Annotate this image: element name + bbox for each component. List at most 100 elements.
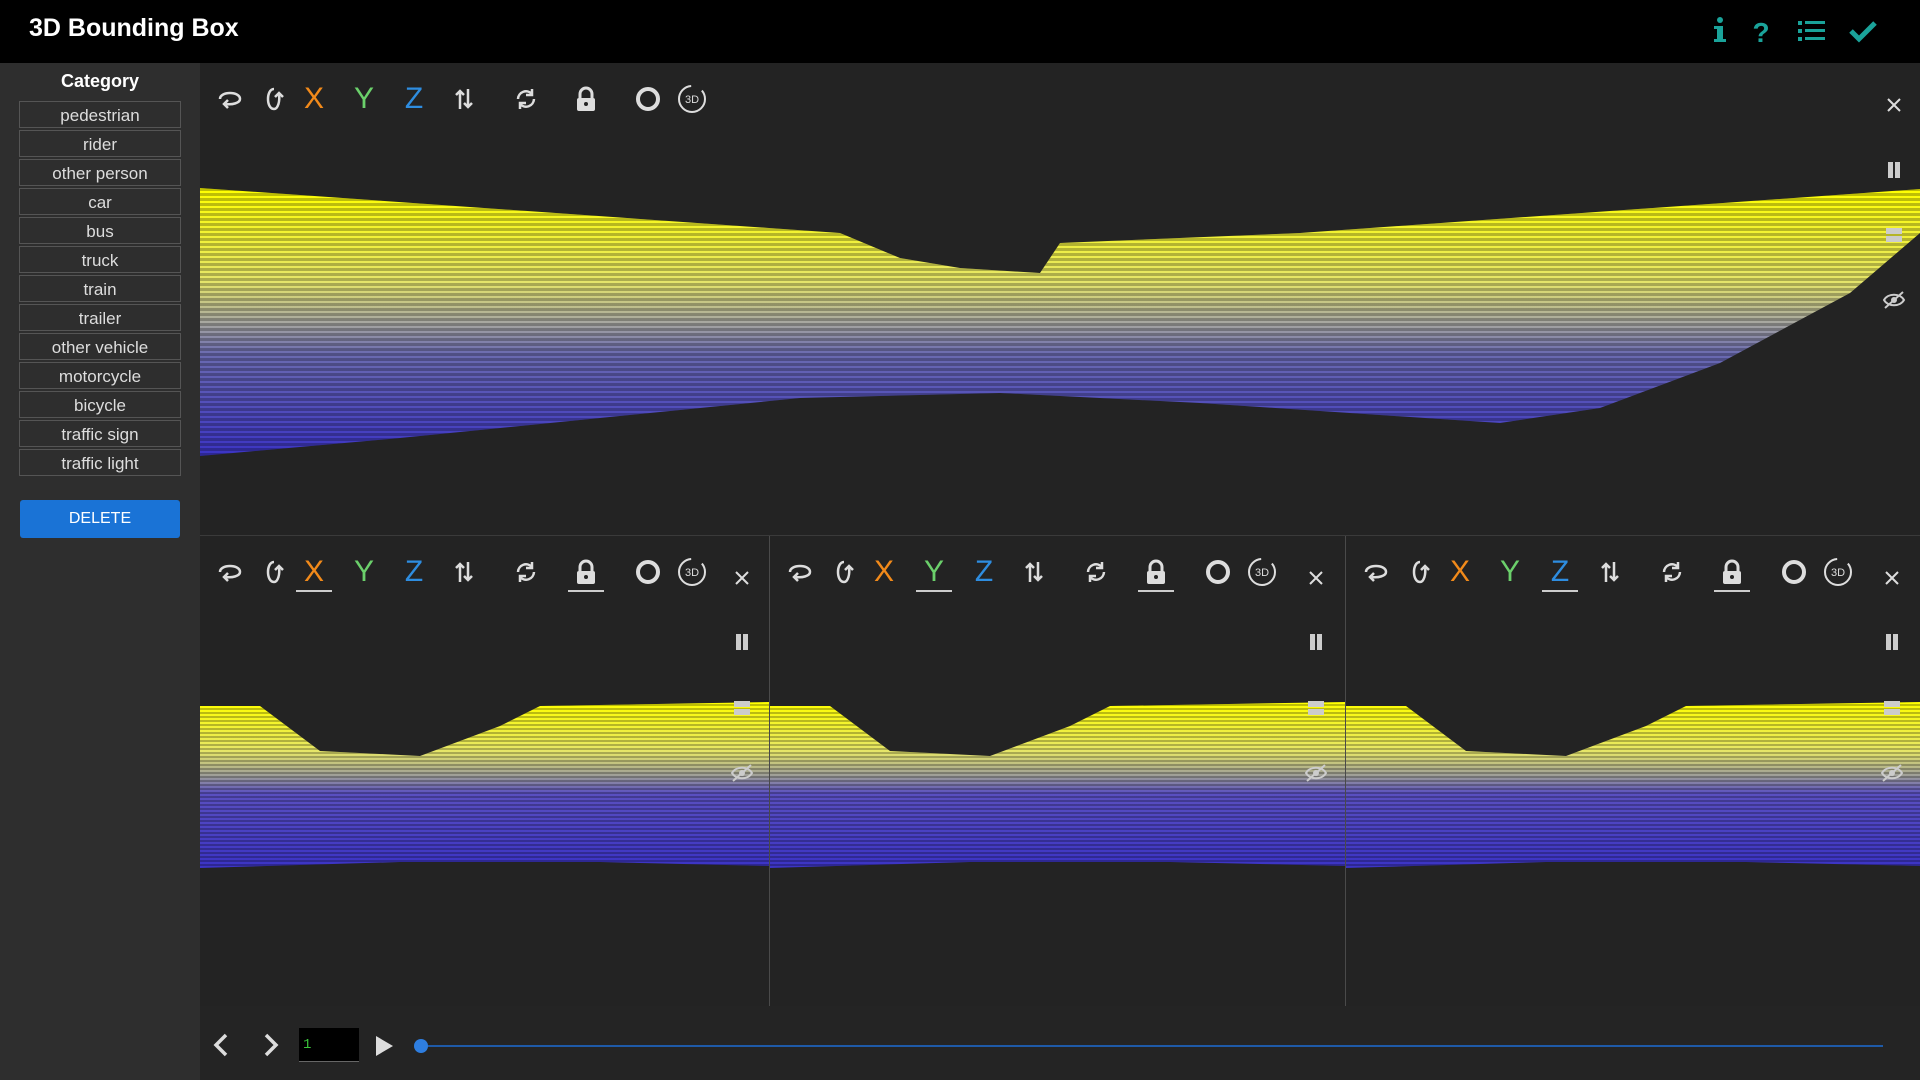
list-icon[interactable] <box>1794 14 1828 48</box>
category-item-motorcycle[interactable]: motorcycle <box>19 362 181 389</box>
category-item-other-person[interactable]: other person <box>19 159 181 186</box>
category-item-truck[interactable]: truck <box>19 246 181 273</box>
rotate-horizontal-icon[interactable] <box>212 81 248 117</box>
refresh-icon[interactable] <box>508 554 544 590</box>
main-view-toolbar: X Y Z 3D <box>200 63 1920 115</box>
category-item-train[interactable]: train <box>19 275 181 302</box>
hide-icon[interactable] <box>1882 288 1906 312</box>
hide-icon[interactable] <box>730 761 754 785</box>
cube-3d-label: 3D <box>1831 567 1845 579</box>
main-3d-view[interactable]: X Y Z 3D <box>200 63 1920 535</box>
circle-icon[interactable] <box>1776 554 1812 590</box>
stack-icon[interactable] <box>730 696 754 720</box>
swap-arrows-icon[interactable] <box>446 81 482 117</box>
cube-3d-icon[interactable]: 3D <box>674 554 710 590</box>
play-icon[interactable] <box>371 1032 397 1060</box>
axis-x-button[interactable]: X <box>296 81 332 117</box>
stack-icon[interactable] <box>1882 223 1906 247</box>
pause-icon[interactable] <box>730 630 754 654</box>
axis-y-button[interactable]: Y <box>1492 554 1528 590</box>
lock-icon[interactable] <box>1714 554 1750 592</box>
category-item-trailer[interactable]: trailer <box>19 304 181 331</box>
axis-z-button[interactable]: Z <box>396 554 432 590</box>
axis-z-button[interactable]: Z <box>396 81 432 117</box>
circle-icon[interactable] <box>630 81 666 117</box>
x-view-toolbar: X Y Z 3D <box>200 536 769 592</box>
pause-icon[interactable] <box>1882 158 1906 182</box>
axis-x-button[interactable]: X <box>866 554 902 590</box>
cube-3d-icon[interactable]: 3D <box>674 81 710 117</box>
timeline-track[interactable] <box>421 1045 1883 1047</box>
axis-x-button[interactable]: X <box>1442 554 1478 590</box>
circle-icon[interactable] <box>630 554 666 590</box>
rotate-vertical-icon[interactable] <box>826 554 862 590</box>
close-icon[interactable] <box>1882 93 1906 117</box>
lock-icon[interactable] <box>568 81 604 117</box>
refresh-icon[interactable] <box>508 81 544 117</box>
pause-icon[interactable] <box>1304 630 1328 654</box>
rotate-horizontal-icon[interactable] <box>782 554 818 590</box>
hide-icon[interactable] <box>1880 761 1904 785</box>
swap-arrows-icon[interactable] <box>1592 554 1628 590</box>
close-icon[interactable] <box>1880 566 1904 590</box>
axis-y-button[interactable]: Y <box>346 81 382 117</box>
point-cloud-x-view <box>200 702 769 868</box>
rotate-vertical-icon[interactable] <box>256 81 292 117</box>
z-axis-view[interactable]: X Y Z 3D <box>1346 536 1920 1006</box>
y-view-toolbar: X Y Z 3D <box>770 536 1345 592</box>
close-icon[interactable] <box>730 566 754 590</box>
help-icon[interactable]: ? <box>1744 14 1778 48</box>
category-sidebar: Category pedestrian rider other person c… <box>0 63 200 1080</box>
info-icon[interactable] <box>1703 14 1737 48</box>
axis-y-button[interactable]: Y <box>346 554 382 590</box>
cube-3d-label: 3D <box>685 567 699 579</box>
axis-z-button[interactable]: Z <box>1542 554 1578 592</box>
frame-number-input[interactable] <box>299 1028 359 1062</box>
x-axis-view[interactable]: X Y Z 3D <box>200 536 769 1006</box>
refresh-icon[interactable] <box>1078 554 1114 590</box>
circle-icon[interactable] <box>1200 554 1236 590</box>
delete-button[interactable]: DELETE <box>20 500 180 538</box>
check-icon[interactable] <box>1846 14 1880 48</box>
timeline-thumb[interactable] <box>414 1039 428 1053</box>
axis-x-button[interactable]: X <box>296 554 332 592</box>
refresh-icon[interactable] <box>1654 554 1690 590</box>
cube-3d-label: 3D <box>685 94 699 106</box>
point-cloud-main <box>200 188 1920 456</box>
previous-frame-icon[interactable] <box>208 1030 236 1060</box>
point-cloud-y-view <box>770 702 1345 868</box>
rotate-vertical-icon[interactable] <box>256 554 292 590</box>
cube-3d-label: 3D <box>1255 567 1269 579</box>
svg-text:?: ? <box>1752 17 1769 48</box>
swap-arrows-icon[interactable] <box>446 554 482 590</box>
category-item-car[interactable]: car <box>19 188 181 215</box>
app-header: 3D Bounding Box ? <box>0 0 1920 63</box>
category-item-traffic-sign[interactable]: traffic sign <box>19 420 181 447</box>
lock-icon[interactable] <box>568 554 604 592</box>
category-item-other-vehicle[interactable]: other vehicle <box>19 333 181 360</box>
axis-y-button[interactable]: Y <box>916 554 952 592</box>
z-view-toolbar: X Y Z 3D <box>1346 536 1920 592</box>
category-item-traffic-light[interactable]: traffic light <box>19 449 181 476</box>
cube-3d-icon[interactable]: 3D <box>1244 554 1280 590</box>
cube-3d-icon[interactable]: 3D <box>1820 554 1856 590</box>
rotate-horizontal-icon[interactable] <box>212 554 248 590</box>
hide-icon[interactable] <box>1304 761 1328 785</box>
category-item-rider[interactable]: rider <box>19 130 181 157</box>
stack-icon[interactable] <box>1880 696 1904 720</box>
stack-icon[interactable] <box>1304 696 1328 720</box>
next-frame-icon[interactable] <box>256 1030 284 1060</box>
swap-arrows-icon[interactable] <box>1016 554 1052 590</box>
pause-icon[interactable] <box>1880 630 1904 654</box>
category-list: pedestrian rider other person car bus tr… <box>19 101 181 478</box>
axis-z-button[interactable]: Z <box>966 554 1002 590</box>
rotate-vertical-icon[interactable] <box>1402 554 1438 590</box>
category-heading: Category <box>60 71 140 91</box>
category-item-bicycle[interactable]: bicycle <box>19 391 181 418</box>
lock-icon[interactable] <box>1138 554 1174 592</box>
y-axis-view[interactable]: X Y Z 3D <box>770 536 1345 1006</box>
category-item-pedestrian[interactable]: pedestrian <box>19 101 181 128</box>
close-icon[interactable] <box>1304 566 1328 590</box>
rotate-horizontal-icon[interactable] <box>1358 554 1394 590</box>
category-item-bus[interactable]: bus <box>19 217 181 244</box>
